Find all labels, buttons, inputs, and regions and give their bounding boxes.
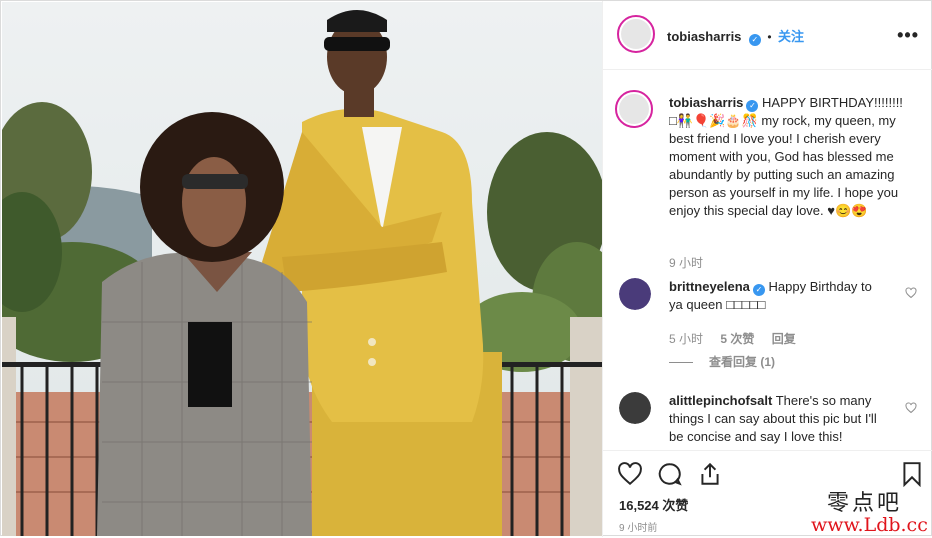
post-header: tobiasharris ✓ • 关注 ••• bbox=[603, 1, 932, 70]
caption-text: HAPPY BIRTHDAY!!!!!!!! □👫🎈🎉🎂🎊 my rock, m… bbox=[669, 95, 903, 218]
commenter-avatar[interactable] bbox=[619, 278, 651, 310]
verified-icon: ✓ bbox=[748, 34, 761, 46]
comment-username[interactable]: brittneyelena bbox=[669, 279, 750, 294]
comment-time[interactable]: 5 小时 bbox=[669, 332, 703, 346]
view-replies-button[interactable]: 查看回复 (1) bbox=[669, 353, 775, 370]
bookmark-icon[interactable] bbox=[899, 461, 925, 487]
post-sidebar: tobiasharris ✓ • 关注 ••• tobiasharris ✓ HA… bbox=[602, 1, 932, 537]
comment: alittlepinchofsalt There's so many thing… bbox=[669, 392, 889, 446]
avatar[interactable] bbox=[617, 15, 655, 53]
comment-icon[interactable] bbox=[657, 461, 683, 487]
username-link[interactable]: tobiasharris bbox=[667, 29, 741, 44]
caption-username[interactable]: tobiasharris bbox=[669, 95, 743, 110]
comment: brittneyelena ✓ Happy Birthday to ya quee… bbox=[669, 278, 889, 314]
follow-button[interactable]: 关注 bbox=[778, 29, 804, 44]
caption: tobiasharris ✓ HAPPY BIRTHDAY!!!!!!!! □👫🎈… bbox=[669, 94, 914, 220]
reply-button[interactable]: 回复 bbox=[772, 332, 796, 346]
watermark-text: 零点吧 bbox=[827, 491, 903, 516]
comment-meta: 5 小时 5 次赞 回复 bbox=[669, 330, 796, 347]
view-replies-label: 查看回复 (1) bbox=[709, 355, 776, 369]
verified-icon: ✓ bbox=[746, 100, 759, 112]
post-timestamp: 9 小时前 bbox=[619, 523, 658, 534]
like-comment-icon[interactable] bbox=[905, 287, 917, 299]
post-photo[interactable] bbox=[2, 2, 602, 536]
couple-photo-illustration bbox=[2, 2, 602, 536]
divider bbox=[669, 362, 693, 364]
comments-list[interactable]: tobiasharris ✓ HAPPY BIRTHDAY!!!!!!!! □👫🎈… bbox=[603, 70, 932, 450]
heart-icon[interactable] bbox=[617, 461, 643, 487]
header-user: tobiasharris ✓ • 关注 bbox=[667, 26, 804, 46]
likes-count[interactable]: 16,524 次赞 bbox=[619, 495, 688, 514]
comment-username[interactable]: alittlepinchofsalt bbox=[669, 393, 772, 408]
share-icon[interactable] bbox=[697, 461, 723, 487]
like-comment-icon[interactable] bbox=[905, 402, 917, 414]
verified-icon: ✓ bbox=[752, 284, 765, 296]
comment-likes[interactable]: 5 次赞 bbox=[720, 332, 754, 346]
more-options-icon[interactable]: ••• bbox=[897, 25, 919, 46]
commenter-avatar[interactable] bbox=[619, 392, 651, 424]
caption-time[interactable]: 9 小时 bbox=[669, 254, 703, 271]
caption-avatar[interactable] bbox=[615, 90, 653, 128]
watermark-url: www.Ldb.cc bbox=[811, 514, 928, 536]
instagram-post: tobiasharris ✓ • 关注 ••• tobiasharris ✓ HA… bbox=[0, 0, 932, 537]
separator-dot: • bbox=[767, 30, 772, 44]
